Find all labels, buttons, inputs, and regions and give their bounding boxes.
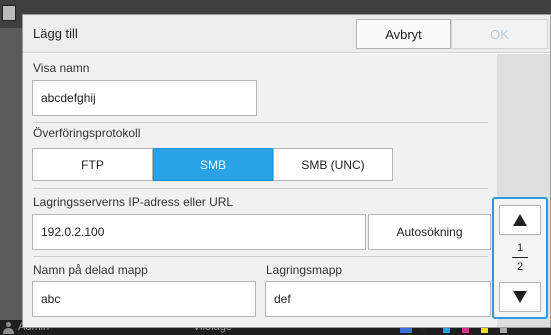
display-name-field[interactable]: abcdefghij	[32, 80, 257, 116]
display-name-label: Visa namn	[33, 61, 90, 75]
separator	[33, 188, 488, 189]
page-down-button[interactable]	[499, 282, 541, 312]
cancel-button[interactable]: Avbryt	[356, 19, 451, 49]
user-icon	[3, 322, 14, 334]
ok-button[interactable]: OK	[451, 19, 548, 49]
server-address-field[interactable]: 192.0.2.100	[32, 214, 366, 250]
page-up-button[interactable]	[499, 205, 541, 235]
storage-folder-label: Lagringsmapp	[266, 263, 343, 277]
add-dialog: Lägg till Avbryt OK Visa namn abcdefghij…	[22, 14, 551, 328]
current-page: 1	[516, 242, 524, 254]
shared-folder-field[interactable]: abc	[32, 281, 256, 317]
shared-folder-label: Namn på delad mapp	[33, 263, 148, 277]
separator	[33, 256, 488, 257]
up-arrow-icon	[513, 214, 527, 226]
total-pages: 2	[516, 261, 524, 273]
protocol-ftp-button[interactable]: FTP	[32, 148, 153, 181]
dialog-title: Lägg till	[33, 26, 78, 41]
background-close-icon	[2, 5, 16, 21]
separator	[33, 122, 488, 123]
server-label: Lagringsserverns IP-adress eller URL	[33, 195, 234, 209]
pager: 1 2	[492, 197, 548, 319]
page-fraction-line	[512, 257, 528, 258]
autosearch-button[interactable]: Autosökning	[368, 214, 491, 250]
down-arrow-icon	[513, 291, 527, 303]
dialog-header: Lägg till Avbryt OK	[23, 15, 550, 53]
protocol-smb-button[interactable]: SMB	[153, 148, 273, 181]
protocol-smb-unc-button[interactable]: SMB (UNC)	[273, 148, 393, 181]
protocol-label: Överföringsprotokoll	[33, 126, 141, 140]
storage-folder-field[interactable]: def	[265, 281, 491, 317]
